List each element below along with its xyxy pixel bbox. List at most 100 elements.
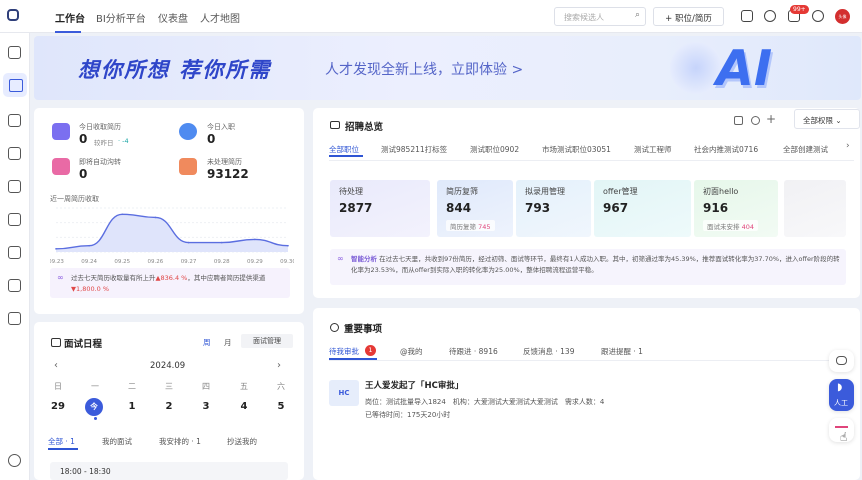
smart-analysis-label: 智能分析 [351, 255, 377, 263]
stat-more[interactable] [784, 180, 846, 237]
search-input[interactable]: 搜索候选人 [554, 7, 646, 26]
robot-icon[interactable] [741, 10, 753, 22]
auto-transfer-icon [52, 158, 70, 175]
human-service-button[interactable]: ◗ 人工 [829, 379, 854, 411]
insight-down: ▼1,800.0 % [71, 285, 110, 293]
date-today[interactable]: 今 [85, 398, 103, 416]
stat-offer[interactable]: offer管理 967 [594, 180, 691, 237]
stat-first-interview-sub: 面试未安排 404 [703, 220, 758, 231]
next-week-icon[interactable]: › [277, 360, 281, 371]
feedback-icon [835, 426, 848, 428]
nav-tab-talent-map[interactable]: 人才地图 [200, 10, 240, 25]
tab-all-positions[interactable]: 全部职位 [329, 144, 359, 155]
chat-float-button[interactable] [829, 350, 854, 372]
schedule-tab-arranged[interactable]: 我安排的 · 1 [159, 436, 201, 447]
banner-title: 想你所想 荐你所需 [78, 58, 272, 82]
todo-tab-feedback[interactable]: 反馈消息 · 139 [523, 346, 574, 357]
export-icon[interactable] [734, 116, 743, 125]
todo-tab-mention[interactable]: @我的 [400, 346, 423, 357]
settings-icon[interactable] [8, 454, 21, 467]
human-service-label: 人工 [834, 399, 848, 407]
people-icon[interactable] [8, 147, 21, 160]
weekday-fri: 五 [240, 382, 248, 391]
view-month-button[interactable]: 月 [224, 337, 232, 348]
add-icon[interactable]: + [766, 112, 776, 126]
tab-position-1[interactable]: 测试985211打标签 [381, 144, 447, 155]
approval-item-title[interactable]: 王人爱发起了「HC审批」 [365, 379, 463, 391]
schedule-item[interactable]: 18:00 - 18:30 [50, 462, 288, 480]
approve-count-badge: 1 [365, 345, 376, 356]
stat-rescreen-sub-label: 简历复筛 [450, 223, 476, 231]
todo-tab-reminder[interactable]: 跟进提醒 · 1 [601, 346, 643, 357]
stat-first-interview-sub-num: 404 [741, 223, 754, 231]
tab-position-4[interactable]: 测试工程师 [634, 144, 672, 155]
avatar[interactable]: 头像 [835, 9, 850, 24]
schedule-tab-mine[interactable]: 我的面试 [102, 436, 132, 447]
smart-analysis-body: 在过去七天里，共收到97份简历，经过初筛、面试等环节，最终有1人成功入职。其中，… [351, 255, 840, 274]
schedule-tab-all[interactable]: 全部 · 1 [48, 436, 75, 447]
weekday-thu: 四 [202, 382, 210, 391]
stat-offer-label: offer管理 [603, 187, 638, 196]
view-week-button[interactable]: 周 [203, 337, 211, 348]
insight-mid: ，其中应聘者简历提供 [187, 274, 253, 282]
smart-analysis-box: ∞ 智能分析 在过去七天里，共收到97份简历，经过初筛、面试等环节，最终有1人成… [330, 249, 846, 285]
banner-subtitle[interactable]: 人才发现全新上线，立即体验 > [325, 59, 523, 79]
insight-prefix: 过去七天简历收取量有所上升 [71, 274, 156, 282]
x-tick-label: 09.23 [50, 259, 64, 265]
stat-pending[interactable]: 待处理 2877 [330, 180, 430, 237]
home-icon[interactable] [3, 73, 27, 97]
date-2[interactable]: 2 [159, 401, 179, 412]
interview-manage-button[interactable]: 面试管理 [241, 334, 293, 348]
add-position-button[interactable]: + 职位/简历 [653, 7, 724, 26]
date-5[interactable]: 5 [271, 401, 291, 412]
stat-offer-intent-label: 拟录用管理 [525, 187, 565, 196]
schedule-tab-cc[interactable]: 抄送我的 [227, 436, 257, 447]
nav-tab-workbench[interactable]: 工作台 [55, 10, 85, 25]
nav-tab-bi[interactable]: BI分析平台 [96, 10, 146, 25]
stat-offer-intent[interactable]: 拟录用管理 793 [516, 180, 591, 237]
todo-tab-approve[interactable]: 待我审批 [329, 346, 359, 357]
promo-banner[interactable]: 想你所想 荐你所需 人才发现全新上线，立即体验 > AI [34, 36, 861, 100]
gear-icon[interactable] [751, 116, 760, 125]
schedule-item-time: 18:00 - 18:30 [60, 467, 111, 476]
unprocessed-icon [179, 158, 197, 175]
stat-first-interview[interactable]: 初面hello 916 面试未安排 404 [694, 180, 778, 237]
tab-position-3[interactable]: 市场测试职位03051 [542, 144, 611, 155]
nav-tab-dashboard[interactable]: 仪表盘 [158, 10, 188, 25]
apps-icon[interactable] [8, 46, 21, 59]
chevron-right-icon[interactable]: › [846, 141, 850, 151]
permission-select[interactable]: 全部权限 ⌄ [794, 109, 860, 129]
bar-chart-icon[interactable] [8, 213, 21, 226]
app-logo[interactable] [7, 9, 19, 21]
stat-rescreen[interactable]: 简历复筛 844 简历复筛 745 [437, 180, 513, 237]
todo-tab-follow[interactable]: 待跟进 · 8916 [449, 346, 498, 357]
sidebar [0, 33, 30, 480]
tag-icon[interactable] [8, 279, 21, 292]
date-1[interactable]: 1 [122, 401, 142, 412]
tab-position-2[interactable]: 测试职位0902 [470, 144, 519, 155]
report-icon[interactable] [8, 312, 21, 325]
permission-label: 全部权限 [803, 116, 833, 125]
date-3[interactable]: 3 [196, 401, 216, 412]
series-area [56, 214, 288, 252]
prev-week-icon[interactable]: ‹ [54, 360, 58, 371]
user-icon[interactable] [8, 246, 21, 259]
chat-icon [836, 356, 847, 365]
data-point [55, 248, 57, 250]
x-tick-label: 09.28 [214, 259, 230, 265]
weekday-wed: 三 [165, 382, 173, 391]
more-icon[interactable] [812, 10, 824, 22]
data-point [154, 216, 157, 219]
stat-first-interview-label: 初面hello [703, 187, 739, 196]
date-4[interactable]: 4 [234, 401, 254, 412]
chart-title: 近一周简历收取 [50, 195, 99, 203]
tab-position-5[interactable]: 社会内推测试0716 [694, 144, 758, 155]
tab-position-6[interactable]: 全部创建测试 [783, 144, 828, 155]
document-icon[interactable] [8, 180, 21, 193]
weekday-mon: 一 [91, 382, 99, 391]
help-icon[interactable] [764, 10, 776, 22]
date-29[interactable]: 29 [48, 401, 68, 412]
unprocessed-value: 93122 [207, 167, 249, 181]
briefcase-icon[interactable] [8, 114, 21, 127]
x-tick-label: 09.30 [280, 259, 294, 265]
